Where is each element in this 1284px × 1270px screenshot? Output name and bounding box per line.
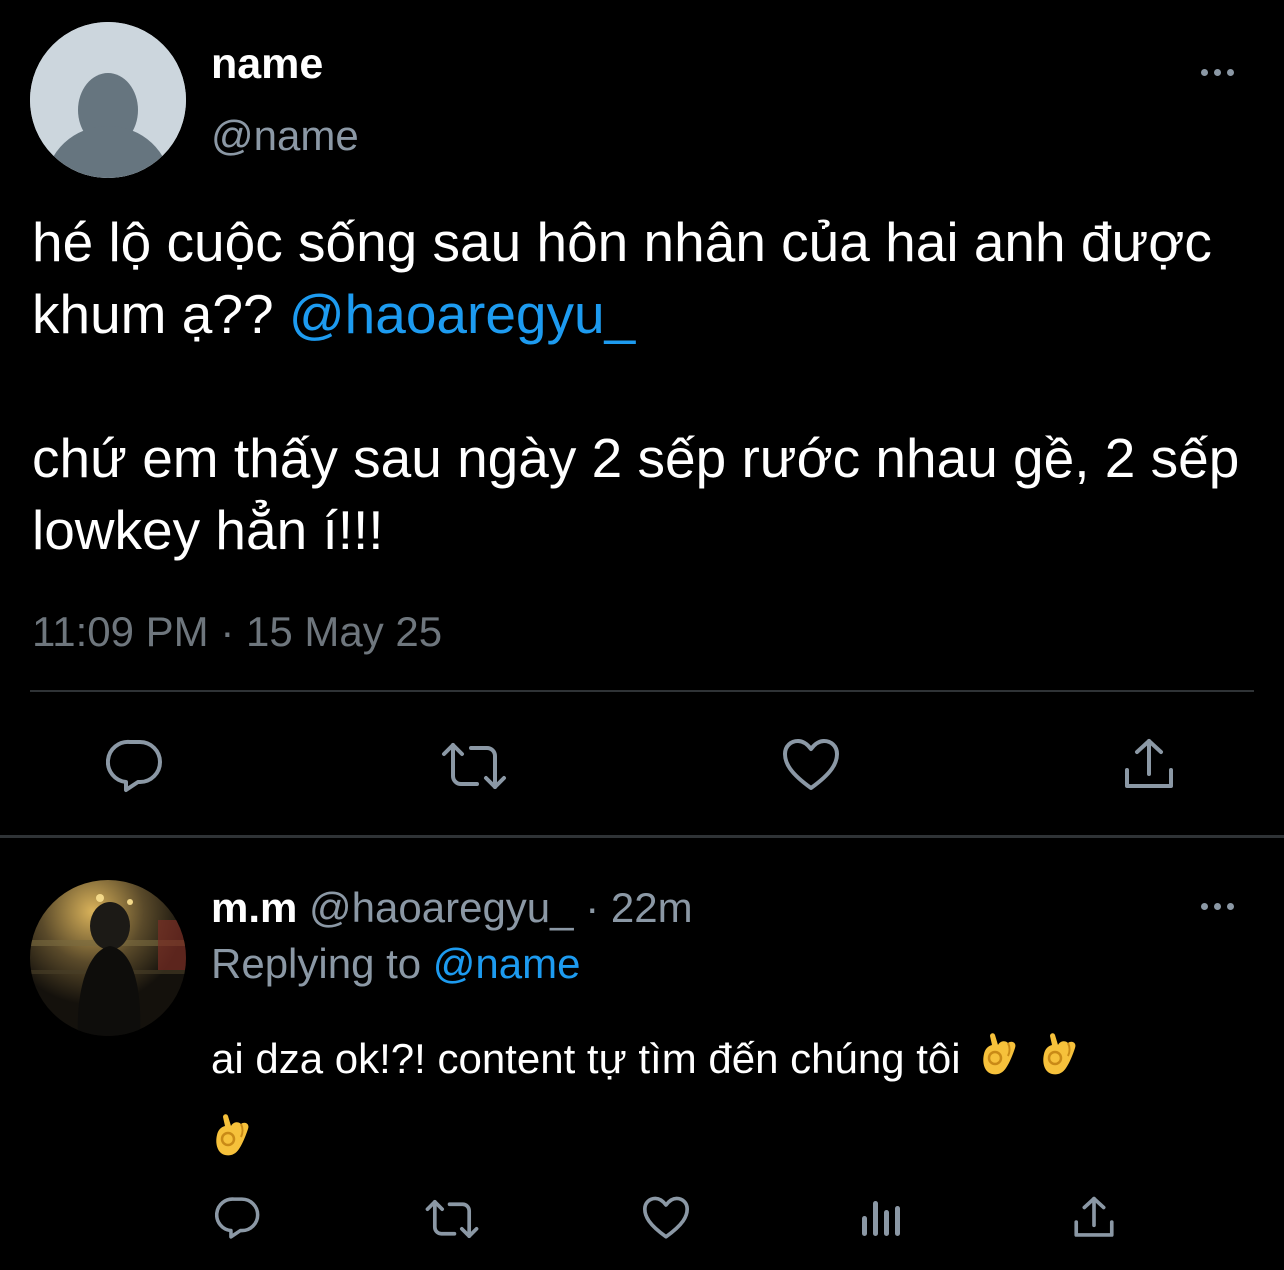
replying-mention[interactable]: @name <box>433 940 581 987</box>
reply-header: m.m @haoaregyu_ · 22m <box>211 884 693 932</box>
author-name[interactable]: name <box>211 40 323 89</box>
share-icon[interactable] <box>1123 738 1175 792</box>
retweet-icon[interactable] <box>425 1199 479 1239</box>
mention-link[interactable]: @haoaregyu_ <box>289 283 635 345</box>
reply-icon[interactable] <box>106 738 164 794</box>
reply-icon[interactable] <box>215 1196 261 1240</box>
reply-time[interactable]: 22m <box>611 884 693 931</box>
ok-hand-emoji <box>980 1023 1020 1101</box>
tweet-text-paragraph-2: chứ em thấy sau ngày 2 sếp rước nhau gề,… <box>32 427 1240 561</box>
divider <box>30 690 1254 692</box>
reply-author-name[interactable]: m.m <box>211 884 297 931</box>
ok-hand-emoji <box>1040 1023 1080 1101</box>
separator: · <box>573 884 611 931</box>
replying-prefix: Replying to <box>211 940 433 987</box>
reply-text-content: ai dza ok!?! content tự tìm đến chúng tô… <box>211 1035 961 1082</box>
tweet-text-paragraph-1: hé lộ cuộc sống sau hôn nhân của hai anh… <box>32 206 1272 350</box>
reply-text: ai dza ok!?! content tự tìm đến chúng tô… <box>211 1020 1251 1182</box>
more-icon[interactable] <box>1201 903 1234 910</box>
tweet-text: hé lộ cuộc sống sau hôn nhân của hai anh… <box>32 206 1272 566</box>
share-icon[interactable] <box>1073 1196 1115 1240</box>
heart-icon[interactable] <box>642 1196 690 1240</box>
reply-author-handle[interactable]: @haoaregyu_ <box>309 884 574 931</box>
analytics-icon[interactable] <box>861 1198 903 1238</box>
replying-to: Replying to @name <box>211 940 581 988</box>
main-tweet: name @name hé lộ cuộc sống sau hôn nhân … <box>0 0 1284 838</box>
author-handle[interactable]: @name <box>211 112 359 160</box>
ok-hand-emoji <box>213 1104 253 1182</box>
heart-icon[interactable] <box>782 738 840 792</box>
more-icon[interactable] <box>1201 69 1234 76</box>
default-avatar[interactable] <box>30 22 186 178</box>
reply-avatar[interactable] <box>30 880 186 1036</box>
retweet-icon[interactable] <box>441 742 507 790</box>
tweet-timestamp[interactable]: 11:09 PM · 15 May 25 <box>32 608 442 656</box>
